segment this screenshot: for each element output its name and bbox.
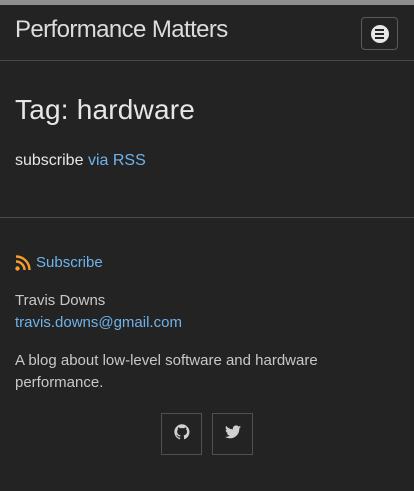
hamburger-menu-icon: [370, 24, 389, 43]
subscribe-line: subscribe via RSS: [15, 152, 146, 170]
footer-divider: [0, 217, 414, 218]
footer-subscribe: Subscribe: [15, 254, 103, 271]
subscribe-prefix: subscribe: [15, 152, 84, 169]
menu-toggle-button[interactable]: [361, 17, 398, 50]
rss-icon[interactable]: [15, 254, 31, 271]
page-title: Tag: hardware: [15, 94, 196, 125]
twitter-icon: [224, 424, 241, 444]
github-icon: [173, 423, 190, 445]
rss-link[interactable]: via RSS: [88, 152, 146, 169]
author-email-link[interactable]: travis.downs@gmail.com: [15, 314, 182, 331]
author-name: Travis Downs: [15, 292, 106, 309]
github-button[interactable]: [161, 413, 202, 455]
twitter-button[interactable]: [212, 413, 253, 455]
site-title-link[interactable]: Performance Matters: [15, 16, 228, 44]
site-header: Performance Matters: [0, 5, 414, 61]
site-description: A blog about low-level software and hard…: [15, 352, 318, 391]
footer-subscribe-link[interactable]: Subscribe: [36, 254, 103, 271]
